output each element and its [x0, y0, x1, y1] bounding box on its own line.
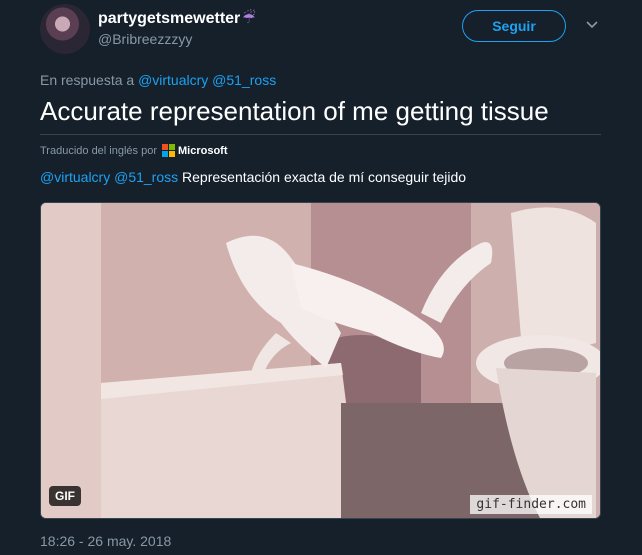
translator-name: Microsoft — [178, 144, 228, 157]
umbrella-icon: ☔ — [242, 10, 256, 27]
follow-button[interactable]: Seguir — [462, 10, 566, 42]
translation-attribution: Traducido del inglés por Microsoft — [40, 144, 228, 157]
divider — [40, 134, 601, 135]
mention-link[interactable]: @51_ross — [212, 72, 276, 88]
avatar[interactable] — [40, 4, 90, 54]
gif-media[interactable]: GIF gif-finder.com — [40, 202, 601, 519]
watermark: gif-finder.com — [470, 495, 592, 514]
translation-label: Traducido del inglés por — [40, 144, 157, 157]
mention-link[interactable]: @51_ross — [114, 169, 178, 185]
display-name-text: partygetsmewetter — [98, 10, 241, 27]
gif-frame-image — [41, 203, 600, 518]
translated-text: @virtualcry @51_ross Representación exac… — [40, 169, 466, 185]
reply-prefix: En respuesta a — [40, 72, 135, 88]
tweet-text: Accurate representation of me getting ti… — [40, 96, 549, 126]
display-name[interactable]: partygetsmewetter ☔ — [98, 9, 256, 28]
reply-context: En respuesta a @virtualcry @51_ross — [40, 72, 276, 88]
mention-link[interactable]: @virtualcry — [138, 72, 208, 88]
translation-body: Representación exacta de mí conseguir te… — [182, 169, 467, 185]
chevron-down-icon[interactable] — [585, 20, 599, 30]
microsoft-logo-icon — [162, 144, 175, 157]
mention-link[interactable]: @virtualcry — [40, 169, 110, 185]
gif-badge: GIF — [49, 486, 81, 506]
timestamp[interactable]: 18:26 - 26 may. 2018 — [40, 533, 171, 549]
user-handle[interactable]: @Bribreezzzyy — [98, 31, 192, 47]
